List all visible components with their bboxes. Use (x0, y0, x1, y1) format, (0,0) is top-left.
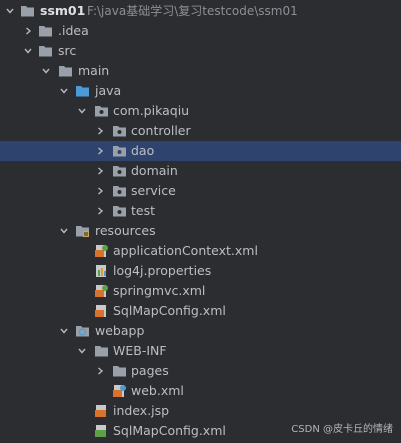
chevron-right-icon[interactable] (94, 161, 106, 181)
package-icon (112, 204, 127, 218)
tree-row-webxml[interactable]: web.xml (0, 381, 401, 401)
folder-icon (58, 64, 73, 78)
chevron-right-icon[interactable] (94, 361, 106, 381)
chevron-right-icon[interactable] (22, 21, 34, 41)
tree-row-dao[interactable]: dao (0, 141, 401, 161)
tree-label-indexjsp: index.jsp (113, 403, 170, 418)
spring-xml-file-icon (94, 244, 109, 258)
chevron-right-icon[interactable] (94, 201, 106, 221)
chevron-down-icon[interactable] (40, 61, 52, 81)
tree-row-package[interactable]: com.pikaqiu (0, 101, 401, 121)
tree-label-springmvc: springmvc.xml (113, 283, 206, 298)
tree-label-resources: resources (95, 223, 156, 238)
tree-label-service: service (131, 183, 176, 198)
tree-label-test: test (131, 203, 156, 218)
tree-row-indexjsp[interactable]: index.jsp (0, 401, 401, 421)
chevron-down-icon[interactable] (76, 341, 88, 361)
tree-row-pages[interactable]: pages (0, 361, 401, 381)
tree-row-domain[interactable]: domain (0, 161, 401, 181)
xml-file-icon (94, 304, 109, 318)
tree-label-domain: domain (131, 163, 178, 178)
folder-icon (112, 364, 127, 378)
tree-row-webinf[interactable]: WEB-INF (0, 341, 401, 361)
tree-label-applicationcontext: applicationContext.xml (113, 243, 258, 258)
chevron-right-icon[interactable] (94, 121, 106, 141)
chevron-right-icon[interactable] (94, 181, 106, 201)
chevron-down-icon[interactable] (58, 81, 70, 101)
tree-row-springmvc[interactable]: springmvc.xml (0, 281, 401, 301)
jsp-file-icon (94, 404, 109, 418)
chevron-down-icon[interactable] (58, 321, 70, 341)
folder-icon (38, 44, 53, 58)
tree-row-service[interactable]: service (0, 181, 401, 201)
folder-icon (20, 4, 35, 18)
tree-label-main: main (78, 63, 110, 78)
tree-label-sqlmapconfig: SqlMapConfig.xml (113, 303, 226, 318)
properties-file-icon (94, 264, 109, 278)
tree-label-webxml: web.xml (131, 383, 184, 398)
tree-row-webapp[interactable]: webapp (0, 321, 401, 341)
tree-row-src[interactable]: src (0, 41, 401, 61)
tree-row-main[interactable]: main (0, 61, 401, 81)
project-path: F:\java基础学习\复习testcode\ssm01 (87, 4, 298, 18)
chevron-right-icon[interactable] (94, 141, 106, 161)
tree-row-test[interactable]: test (0, 201, 401, 221)
project-tree: ssm01 F:\java基础学习\复习testcode\ssm01 .idea… (0, 1, 401, 441)
source-folder-icon (75, 84, 90, 98)
chevron-down-icon[interactable] (22, 41, 34, 61)
resource-folder-icon (75, 224, 90, 238)
tree-label-controller: controller (131, 123, 191, 138)
tree-row-resources[interactable]: resources (0, 221, 401, 241)
tree-label-dao: dao (131, 143, 155, 158)
web-xml-file-icon (112, 384, 127, 398)
tree-row-sqlmapconfig[interactable]: SqlMapConfig.xml (0, 301, 401, 321)
web-folder-icon (75, 324, 90, 338)
tree-label-webapp: webapp (95, 323, 145, 338)
tree-row-controller[interactable]: controller (0, 121, 401, 141)
tree-row-applicationcontext[interactable]: applicationContext.xml (0, 241, 401, 261)
folder-icon (38, 24, 53, 38)
folder-icon (94, 344, 109, 358)
tree-label-java: java (95, 83, 122, 98)
watermark: CSDN @皮卡丘的情绪 (291, 424, 393, 435)
tree-row-java[interactable]: java (0, 81, 401, 101)
project-name: ssm01 (40, 3, 86, 18)
package-icon (112, 124, 127, 138)
tree-label-webinf: WEB-INF (113, 343, 167, 358)
package-icon (112, 164, 127, 178)
package-icon (112, 144, 127, 158)
tree-label-idea: .idea (58, 23, 89, 38)
tree-row-ssm01[interactable]: ssm01 F:\java基础学习\复习testcode\ssm01 (0, 1, 401, 21)
chevron-down-icon[interactable] (58, 221, 70, 241)
chevron-down-icon[interactable] (4, 1, 16, 21)
tree-label-src: src (58, 43, 77, 58)
tree-row-idea[interactable]: .idea (0, 21, 401, 41)
tree-label-log4j: log4j.properties (113, 263, 212, 278)
tree-row-log4j[interactable]: log4j.properties (0, 261, 401, 281)
package-icon (112, 184, 127, 198)
spring-xml-file-icon (94, 284, 109, 298)
jsp-file-icon (94, 424, 109, 438)
chevron-down-icon[interactable] (76, 101, 88, 121)
tree-label-package: com.pikaqiu (113, 103, 190, 118)
tree-label-sqlmapconfig-webapp: SqlMapConfig.xml (113, 423, 226, 438)
package-icon (94, 104, 109, 118)
tree-label-pages: pages (131, 363, 169, 378)
